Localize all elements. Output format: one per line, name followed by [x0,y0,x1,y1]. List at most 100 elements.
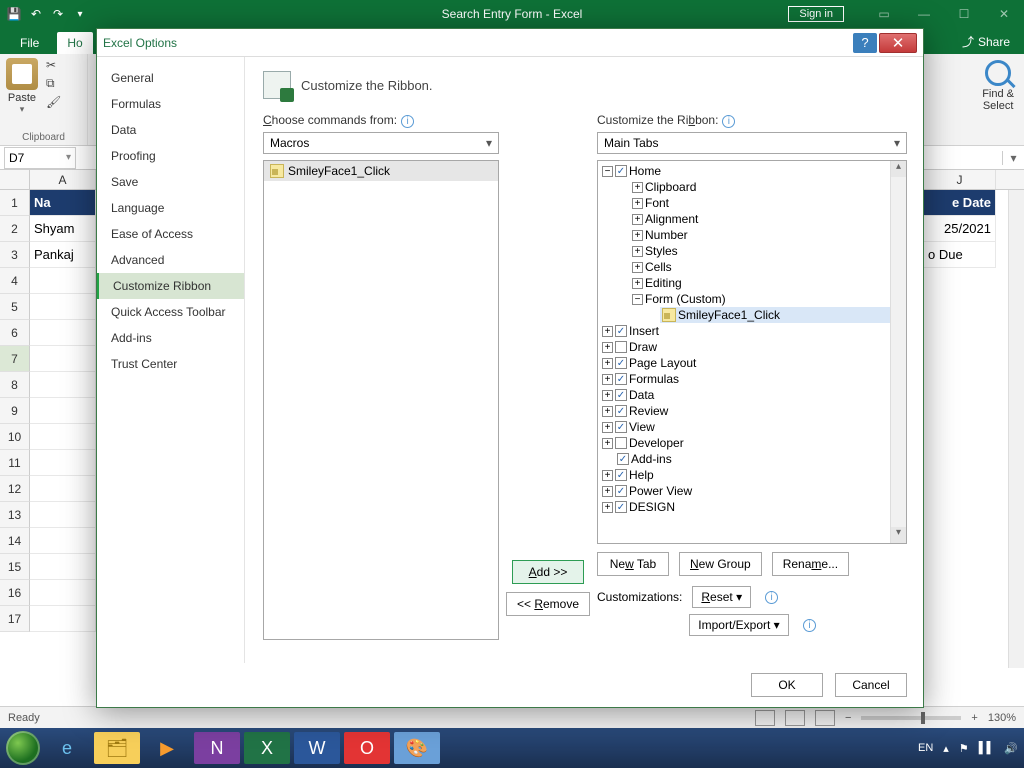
tray-chevron-icon[interactable]: ▴ [943,742,949,755]
onenote-icon[interactable]: N [194,732,240,764]
tree-node[interactable]: + Insert [600,323,904,339]
tree-node[interactable]: + Draw [600,339,904,355]
info-icon[interactable]: i [401,115,414,128]
reset-button[interactable]: Reset ▾ [692,586,751,608]
zoom-out-icon[interactable]: − [845,712,851,724]
tree-node[interactable]: − Home [600,163,904,179]
info-icon[interactable]: i [722,115,735,128]
nav-item-advanced[interactable]: Advanced [97,247,244,273]
nav-item-formulas[interactable]: Formulas [97,91,244,117]
close-icon[interactable]: ✕ [984,0,1024,28]
new-tab-button[interactable]: New Tab [597,552,669,576]
col-header[interactable]: A [30,170,96,189]
table-header-cell[interactable]: Na [30,190,96,216]
find-select-button[interactable]: Find & Select [982,60,1014,139]
add-button[interactable]: Add >> [512,560,584,584]
home-tab[interactable]: Ho [57,32,92,54]
table-header-cell[interactable]: e Date [924,190,996,216]
tree-node[interactable]: + Help [600,467,904,483]
zoom-in-icon[interactable]: + [971,712,977,724]
volume-icon[interactable]: 🔊 [1004,742,1018,755]
dialog-titlebar[interactable]: Excel Options ? ✕ [97,29,923,57]
network-icon[interactable]: ▌▌ [979,742,995,754]
nav-item-data[interactable]: Data [97,117,244,143]
import-export-button[interactable]: Import/Export ▾ [689,614,789,636]
cell[interactable]: 25/2021 [924,216,996,242]
nav-item-language[interactable]: Language [97,195,244,221]
new-group-button[interactable]: New Group [679,552,762,576]
row-header[interactable]: 1 [0,190,30,216]
tree-node[interactable]: + View [600,419,904,435]
tree-node[interactable]: + Styles [630,243,904,259]
tree-node[interactable]: + Power View [600,483,904,499]
redo-icon[interactable]: ↷ [50,6,66,22]
row-header[interactable]: 2 [0,216,30,242]
format-painter-icon[interactable]: 🖌 [46,95,61,109]
tree-node[interactable]: + Font [630,195,904,211]
tree-node[interactable]: Add-ins [600,451,904,467]
tree-node[interactable]: + Page Layout [600,355,904,371]
scroll-up-icon[interactable]: ▴ [891,161,906,177]
choose-commands-combo[interactable]: Macros ▾ [263,132,499,154]
nav-item-trust-center[interactable]: Trust Center [97,351,244,377]
start-button[interactable] [6,731,40,765]
tree-node[interactable]: + Formulas [600,371,904,387]
tree-node[interactable]: + Developer [600,435,904,451]
tree-node[interactable]: + Number [630,227,904,243]
cell[interactable]: Pankaj [30,242,96,268]
page-break-view-icon[interactable] [815,710,835,726]
tree-node[interactable]: + Cells [630,259,904,275]
row-header[interactable]: 3 [0,242,30,268]
help-button[interactable]: ? [853,33,877,53]
minimize-icon[interactable]: — [904,0,944,28]
language-indicator[interactable]: EN [918,742,933,754]
cell[interactable]: o Due [924,242,996,268]
normal-view-icon[interactable] [755,710,775,726]
col-header[interactable]: J [924,170,996,189]
nav-item-general[interactable]: General [97,65,244,91]
vertical-scrollbar[interactable] [1008,190,1024,668]
zoom-slider[interactable] [861,716,961,720]
tree-node[interactable]: − Form (Custom) [630,291,904,307]
excel-icon[interactable]: X [244,732,290,764]
ribbon-tree[interactable]: − Home+ Clipboard+ Font+ Alignment+ Numb… [597,160,907,544]
page-layout-view-icon[interactable] [785,710,805,726]
name-box[interactable]: D7 ▾ [4,147,76,169]
save-icon[interactable]: 💾 [6,6,22,22]
rename-button[interactable]: Rename... [772,552,849,576]
maximize-icon[interactable]: ☐ [944,0,984,28]
formula-expand-icon[interactable]: ▾ [1002,151,1024,165]
list-item[interactable]: SmileyFace1_Click [264,161,498,181]
qat-customize-icon[interactable]: ▾ [72,6,88,22]
tree-node[interactable]: + Alignment [630,211,904,227]
nav-item-add-ins[interactable]: Add-ins [97,325,244,351]
media-player-icon[interactable]: ▶ [144,732,190,764]
cancel-button[interactable]: Cancel [835,673,907,697]
tree-node[interactable]: + Data [600,387,904,403]
info-icon[interactable]: i [803,619,816,632]
cut-icon[interactable]: ✂ [46,58,61,72]
info-icon[interactable]: i [765,591,778,604]
flag-icon[interactable]: ⚑ [959,742,969,755]
nav-item-quick-access-toolbar[interactable]: Quick Access Toolbar [97,299,244,325]
tree-node[interactable]: SmileyFace1_Click [660,307,904,323]
tree-node[interactable]: + DESIGN [600,499,904,515]
copy-icon[interactable]: ⧉ [46,76,61,91]
paint-icon[interactable]: 🎨 [394,732,440,764]
file-tab[interactable]: File [6,32,53,54]
customize-ribbon-combo[interactable]: Main Tabs ▾ [597,132,907,154]
tree-scrollbar[interactable]: ▴ ▾ [890,161,906,543]
commands-list[interactable]: SmileyFace1_Click [263,160,499,640]
ie-icon[interactable]: e [44,732,90,764]
tree-node[interactable]: + Clipboard [630,179,904,195]
close-button[interactable]: ✕ [879,33,917,53]
nav-item-save[interactable]: Save [97,169,244,195]
share-button[interactable]: ⤴ Share [948,29,1024,54]
nav-item-customize-ribbon[interactable]: Customize Ribbon [97,273,244,299]
tree-node[interactable]: + Review [600,403,904,419]
paste-button[interactable]: Paste ▾ [6,58,38,115]
word-icon[interactable]: W [294,732,340,764]
zoom-level[interactable]: 130% [988,712,1016,724]
nav-item-ease-of-access[interactable]: Ease of Access [97,221,244,247]
scroll-down-icon[interactable]: ▾ [891,527,906,543]
